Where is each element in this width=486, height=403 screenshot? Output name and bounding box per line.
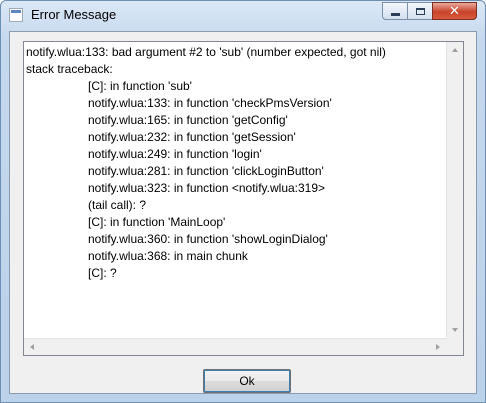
message-line: [C]: ? [88,266,117,280]
scroll-right-arrow-icon[interactable] [436,344,440,350]
error-message-textbox[interactable]: notify.wlua:133: bad argument #2 to 'sub… [23,41,464,356]
message-line: [C]: in function 'MainLoop' [88,215,226,229]
message-line: notify.wlua:133: bad argument #2 to 'sub… [26,45,386,59]
message-line: notify.wlua:165: in function 'getConfig' [88,113,288,127]
window-title: Error Message [31,7,117,22]
scroll-down-arrow-icon[interactable] [452,328,458,332]
message-line: notify.wlua:360: in function 'showLoginD… [88,232,328,246]
message-line: notify.wlua:323: in function <notify.wlu… [88,181,326,195]
error-dialog-window: Error Message ✕ notify.wlua:133: bad arg… [0,0,486,403]
vertical-scrollbar[interactable] [446,42,463,338]
horizontal-scrollbar[interactable] [24,338,446,355]
close-icon: ✕ [449,3,460,19]
close-button[interactable]: ✕ [432,2,477,20]
scrollbar-corner [446,338,463,355]
error-message-text[interactable]: notify.wlua:133: bad argument #2 to 'sub… [24,42,446,338]
message-line: notify.wlua:368: in main chunk [88,249,248,263]
message-line: notify.wlua:249: in function 'login' [88,147,262,161]
maximize-icon [415,7,425,15]
ok-button[interactable]: Ok [203,369,291,393]
scroll-up-arrow-icon[interactable] [452,48,458,52]
title-bar[interactable]: Error Message ✕ [1,1,485,31]
maximize-button[interactable] [407,2,433,20]
minimize-button[interactable] [382,2,408,20]
message-line: [C]: in function 'sub' [88,79,192,93]
message-line: (tail call): ? [88,198,147,212]
dialog-client-area: notify.wlua:133: bad argument #2 to 'sub… [9,31,477,394]
scroll-left-arrow-icon[interactable] [30,344,34,350]
window-app-icon [9,8,23,22]
message-line: notify.wlua:281: in function 'clickLogin… [88,164,324,178]
message-line: notify.wlua:133: in function 'checkPmsVe… [88,96,332,110]
message-line: stack traceback: [26,62,113,76]
minimize-icon [390,12,400,16]
message-line: notify.wlua:232: in function 'getSession… [88,130,296,144]
